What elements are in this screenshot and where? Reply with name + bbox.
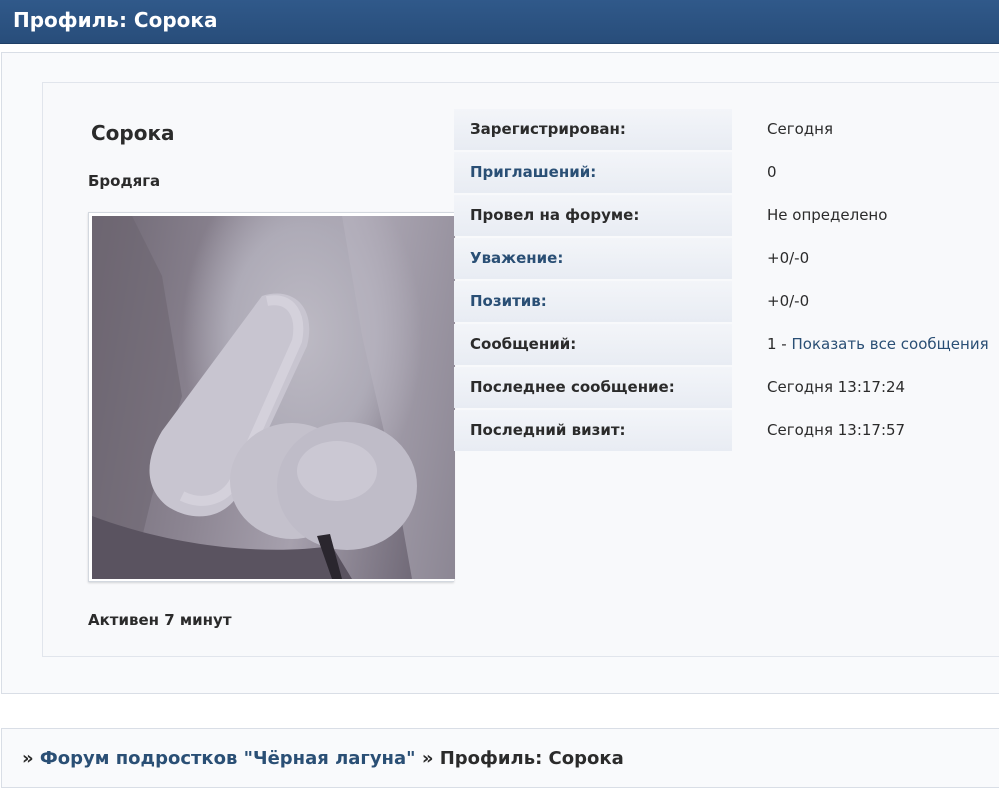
- stat-value: Сегодня 13:17:57: [767, 421, 906, 439]
- stat-label: Последнее сообщение:: [454, 367, 732, 408]
- stat-row-positive: Позитив: +0/-0: [454, 281, 999, 322]
- avatar: [88, 212, 455, 582]
- stat-row-last-visit: Последний визит: Сегодня 13:17:57: [454, 410, 999, 451]
- stat-value: 0: [767, 163, 777, 181]
- activity-status: Активен 7 минут: [88, 611, 232, 629]
- stat-label: Последний визит:: [454, 410, 732, 451]
- stat-row-posts: Сообщений: 1 - Показать все сообщения: [454, 324, 999, 365]
- stat-row-invites: Приглашений: 0: [454, 152, 999, 193]
- profile-user-title: Бродяга: [88, 172, 161, 190]
- stat-label: Провел на форуме:: [454, 195, 732, 236]
- stat-value: Не определено: [767, 206, 888, 224]
- avatar-image: [92, 216, 455, 579]
- stat-value: Сегодня: [767, 120, 833, 138]
- stat-row-time-on-forum: Провел на форуме: Не определено: [454, 195, 999, 236]
- stat-value: +0/-0: [767, 249, 810, 267]
- stat-value: +0/-0: [767, 292, 810, 310]
- breadcrumb-forum-link[interactable]: Форум подростков "Чёрная лагуна": [40, 748, 416, 769]
- stat-row-respect: Уважение: +0/-0: [454, 238, 999, 279]
- avatar-picture: [92, 216, 455, 579]
- breadcrumb-separator: »: [22, 748, 34, 769]
- post-count: 1 -: [767, 335, 792, 353]
- breadcrumb-separator: »: [421, 748, 434, 769]
- stat-row-registered: Зарегистрирован: Сегодня: [454, 109, 999, 150]
- stat-label-link[interactable]: Уважение:: [454, 238, 732, 279]
- stat-row-last-post: Последнее сообщение: Сегодня 13:17:24: [454, 367, 999, 408]
- profile-username: Сорока: [91, 121, 175, 145]
- stat-label-link[interactable]: Позитив:: [454, 281, 732, 322]
- stat-label: Зарегистрирован:: [454, 109, 732, 150]
- stat-value: Сегодня 13:17:24: [767, 378, 906, 396]
- breadcrumb-current: Профиль: Сорока: [439, 748, 624, 769]
- profile-stats-table: Зарегистрирован: Сегодня Приглашений: 0 …: [454, 109, 999, 453]
- page-title: Профиль: Сорока: [13, 8, 218, 32]
- breadcrumb: » Форум подростков "Чёрная лагуна" » Про…: [22, 748, 624, 769]
- stat-label-link[interactable]: Приглашений:: [454, 152, 732, 193]
- stat-label: Сообщений:: [454, 324, 732, 365]
- show-all-posts-link[interactable]: Показать все сообщения: [792, 335, 989, 353]
- stat-value: 1 - Показать все сообщения: [767, 324, 989, 365]
- page-header: Профиль: Сорока: [0, 0, 999, 44]
